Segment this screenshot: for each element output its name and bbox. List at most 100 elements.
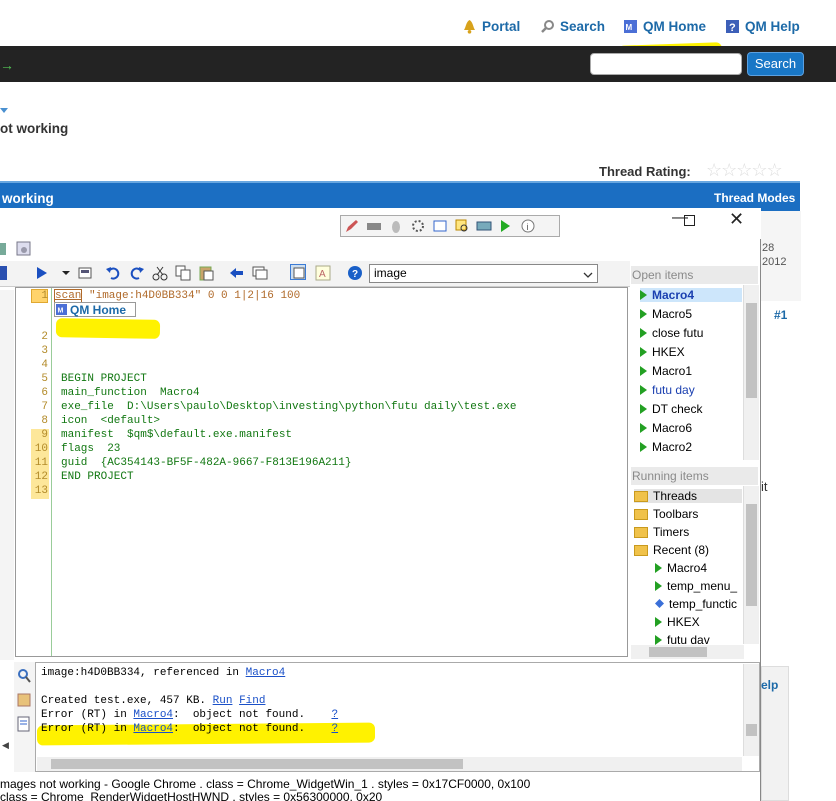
svg-text:M: M	[626, 23, 633, 32]
status-line-1: mages not working - Google Chrome . clas…	[0, 777, 531, 791]
macro-icon	[655, 581, 662, 591]
close-button[interactable]: ✕	[729, 209, 744, 230]
qm-toolbar-top	[0, 239, 630, 261]
embedded-image[interactable]: M QM Home	[54, 302, 136, 317]
running-item[interactable]: Toolbars	[634, 507, 698, 521]
windows-icon[interactable]	[252, 265, 268, 281]
find-link[interactable]: Find	[239, 695, 265, 707]
search-link[interactable]: Search	[540, 19, 605, 34]
folder-icon	[634, 544, 648, 556]
help-book-icon: ?	[725, 19, 740, 34]
open-item[interactable]: Macro5	[640, 307, 692, 321]
search-input[interactable]	[590, 53, 742, 75]
record-icon[interactable]	[77, 265, 93, 281]
open-item[interactable]: HKEX	[640, 345, 685, 359]
run-link[interactable]: Run	[213, 695, 233, 707]
qm-home-link[interactable]: M QM Home	[623, 19, 706, 34]
macro-icon	[640, 290, 647, 300]
maximize-button[interactable]	[684, 215, 695, 226]
running-item[interactable]: Timers	[634, 525, 689, 539]
open-item[interactable]: Macro6	[640, 421, 692, 435]
post-number[interactable]: #1	[774, 308, 787, 322]
open-item[interactable]: DT check	[640, 402, 702, 416]
line-number: 13	[34, 485, 48, 497]
keyboard-icon	[367, 223, 381, 230]
undo-icon[interactable]	[105, 265, 121, 281]
macro-icon	[640, 442, 647, 452]
cut-icon[interactable]	[152, 265, 168, 281]
thread-title: ot working	[0, 121, 69, 136]
macro-icon	[640, 385, 647, 395]
thread-header-bar	[0, 181, 800, 211]
run-dropdown-icon[interactable]	[60, 265, 76, 281]
redo-icon[interactable]	[129, 265, 145, 281]
open-item[interactable]: close futu	[640, 326, 703, 340]
qm-logo-icon: M	[623, 19, 638, 34]
macro-icon	[640, 423, 647, 433]
qm-logo-icon: M	[56, 304, 67, 315]
portal-link[interactable]: Portal	[462, 19, 520, 34]
line-number: 8	[41, 415, 48, 427]
open-item[interactable]: Macro1	[640, 364, 692, 378]
status-line-2: class = Chrome_RenderWidgetHostHWND . st…	[0, 790, 383, 801]
macro-icon	[640, 366, 647, 376]
svg-text:A: A	[319, 269, 326, 280]
output-link[interactable]: Macro4	[246, 667, 286, 679]
chevron-down-icon[interactable]	[0, 103, 8, 113]
running-items-scrollbar[interactable]	[743, 486, 759, 644]
highlight-mark	[55, 318, 161, 339]
line-number: 3	[41, 345, 48, 357]
open-item[interactable]: futu day	[640, 383, 695, 397]
svg-text:i: i	[527, 222, 529, 232]
running-item[interactable]: Macro4	[655, 561, 707, 575]
post-date-day: 28	[762, 242, 775, 254]
image-label: QM Home	[70, 302, 127, 317]
thread-modes-button[interactable]: Thread Modes	[714, 191, 795, 205]
text-a-icon[interactable]: A	[315, 265, 331, 281]
error-macro-link[interactable]: Macro4	[133, 709, 173, 721]
code-line-1: scan "image:h4D0BB334" 0 0 1|2|16 100	[54, 289, 300, 303]
notes-icon[interactable]	[16, 716, 32, 732]
qm-help-link[interactable]: ? QM Help	[725, 19, 800, 34]
floating-toolbar-icons: i	[344, 218, 536, 234]
code-icon[interactable]	[290, 264, 306, 280]
save-icon[interactable]	[0, 265, 16, 281]
running-item[interactable]: temp_functic	[655, 597, 737, 611]
bell-icon	[462, 19, 477, 34]
error-help-link[interactable]: ?	[331, 709, 338, 721]
properties-icon[interactable]	[16, 241, 32, 257]
chevron-down-icon[interactable]	[583, 268, 593, 282]
code-line: manifest $qm$\default.exe.manifest	[61, 429, 293, 441]
back-icon[interactable]	[228, 265, 244, 281]
search-icon	[540, 19, 555, 34]
help-icon[interactable]: ?	[347, 265, 363, 281]
error-help-link[interactable]: ?	[331, 723, 338, 735]
error-macro-link[interactable]: Macro4	[133, 723, 173, 735]
code-line: main_function Macro4	[61, 387, 200, 399]
running-items-hscrollbar[interactable]	[631, 645, 744, 659]
open-items-scrollbar[interactable]	[743, 285, 759, 460]
copy-icon[interactable]	[175, 265, 191, 281]
left-strip	[0, 290, 14, 660]
paste-icon[interactable]	[198, 265, 214, 281]
running-item[interactable]: Threads	[634, 489, 742, 503]
search-button[interactable]: Search	[747, 52, 804, 76]
output-scrollbar[interactable]	[743, 664, 759, 756]
running-item[interactable]: temp_menu_	[655, 579, 737, 593]
find-combobox[interactable]: image	[369, 264, 598, 283]
rating-stars[interactable]: ☆☆☆☆☆	[706, 160, 783, 181]
running-item[interactable]: Recent (8)	[634, 543, 709, 557]
open-item[interactable]: Macro4	[640, 288, 742, 302]
code-line: END PROJECT	[61, 471, 134, 483]
open-item[interactable]: Macro2	[640, 440, 692, 454]
scroll-arrow-icon[interactable]: ◀	[2, 740, 9, 751]
run-macro-icon[interactable]	[34, 265, 50, 281]
help-link-fragment[interactable]: elp	[761, 678, 778, 692]
macro-icon	[640, 328, 647, 338]
running-item[interactable]: HKEX	[655, 615, 700, 629]
output-hscrollbar[interactable]	[37, 757, 742, 771]
tools-icon[interactable]	[16, 692, 32, 708]
control-icon	[476, 221, 492, 231]
search-icon[interactable]	[16, 668, 32, 684]
list-icon[interactable]	[0, 241, 16, 257]
